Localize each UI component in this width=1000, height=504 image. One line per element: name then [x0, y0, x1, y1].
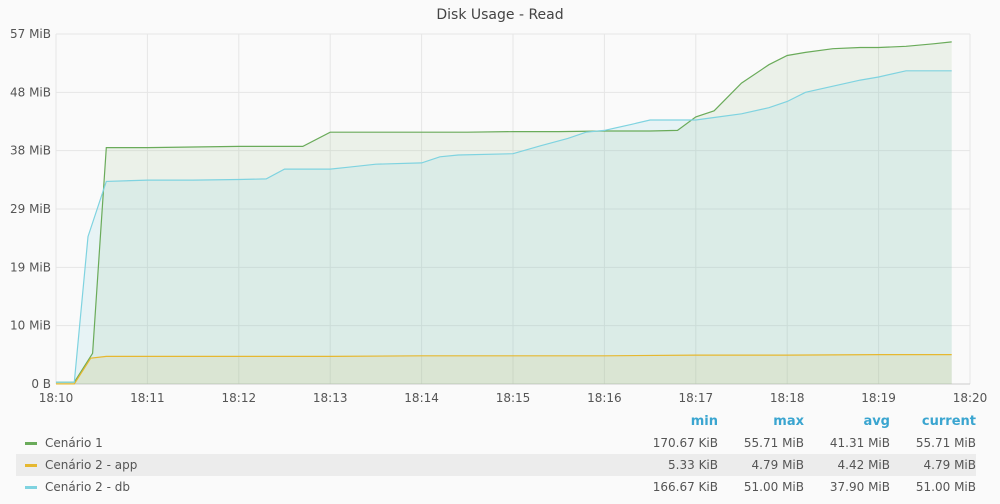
series-area — [56, 70, 952, 385]
y-tick-label: 29 MiB — [10, 202, 51, 216]
stat-current: 51.00 MiB — [915, 480, 976, 494]
legend-row-cenario-1[interactable]: Cenário 1 170.67 KiB 55.71 MiB 41.31 MiB… — [16, 432, 976, 454]
y-tick-label: 19 MiB — [10, 260, 51, 274]
x-tick-label: 18:10 — [39, 391, 74, 405]
y-tick-label: 0 B — [31, 377, 51, 391]
y-axis-ticks: 0 B 10 MiB 19 MiB 29 MiB 38 MiB 48 MiB 57 MiB — [10, 27, 51, 391]
x-tick-label: 18:16 — [587, 391, 622, 405]
stat-current: 4.79 MiB — [923, 458, 976, 472]
legend-col-min[interactable]: min — [632, 414, 718, 429]
series-color-swatch — [25, 441, 37, 445]
legend-row-cenario-2-db[interactable]: Cenário 2 - db 166.67 KiB 51.00 MiB 37.9… — [16, 476, 976, 498]
chart-title: Disk Usage - Read — [436, 7, 563, 23]
y-tick-label: 38 MiB — [10, 144, 51, 158]
y-tick-label: 10 MiB — [10, 319, 51, 333]
legend-header: min max avg current — [16, 410, 976, 432]
stat-max: 51.00 MiB — [743, 480, 804, 494]
x-tick-label: 18:15 — [496, 391, 531, 405]
series-name[interactable]: Cenário 1 — [45, 436, 632, 450]
y-tick-label: 57 MiB — [10, 27, 51, 41]
x-tick-label: 18:12 — [222, 391, 257, 405]
stat-min: 170.67 KiB — [652, 436, 718, 450]
y-tick-label: 48 MiB — [10, 85, 51, 99]
series-name[interactable]: Cenário 2 - db — [45, 480, 632, 494]
x-tick-label: 18:19 — [861, 391, 896, 405]
stat-max: 4.79 MiB — [751, 458, 804, 472]
series-color-swatch — [25, 463, 37, 467]
stat-avg: 41.31 MiB — [829, 436, 890, 450]
disk-usage-chart: Disk Usage - Read 0 B 10 MiB 19 MiB 29 MiB 3… — [10, 7, 988, 405]
legend-table: min max avg current Cenário 1 170.67 KiB… — [16, 410, 976, 498]
stat-avg: 37.90 MiB — [829, 480, 890, 494]
x-tick-label: 18:11 — [130, 391, 165, 405]
legend-col-max[interactable]: max — [718, 414, 804, 429]
x-tick-label: 18:20 — [953, 391, 988, 405]
x-tick-label: 18:13 — [313, 391, 348, 405]
x-axis-ticks: 18:10 18:11 18:12 18:13 18:14 18:15 18:16 18:17… — [39, 391, 988, 405]
stat-min: 166.67 KiB — [652, 480, 718, 494]
x-tick-label: 18:18 — [770, 391, 805, 405]
stat-min: 5.33 KiB — [668, 458, 718, 472]
legend-col-current[interactable]: current — [890, 414, 976, 429]
stat-max: 55.71 MiB — [743, 436, 804, 450]
stat-avg: 4.42 MiB — [837, 458, 890, 472]
x-tick-label: 18:14 — [404, 391, 439, 405]
legend-row-cenario-2-app[interactable]: Cenário 2 - app 5.33 KiB 4.79 MiB 4.42 M… — [16, 454, 976, 476]
x-tick-label: 18:17 — [679, 391, 714, 405]
series-name[interactable]: Cenário 2 - app — [45, 458, 632, 472]
stat-current: 55.71 MiB — [915, 436, 976, 450]
series-areas — [56, 41, 952, 385]
legend-col-avg[interactable]: avg — [804, 414, 890, 429]
series-color-swatch — [25, 485, 37, 489]
